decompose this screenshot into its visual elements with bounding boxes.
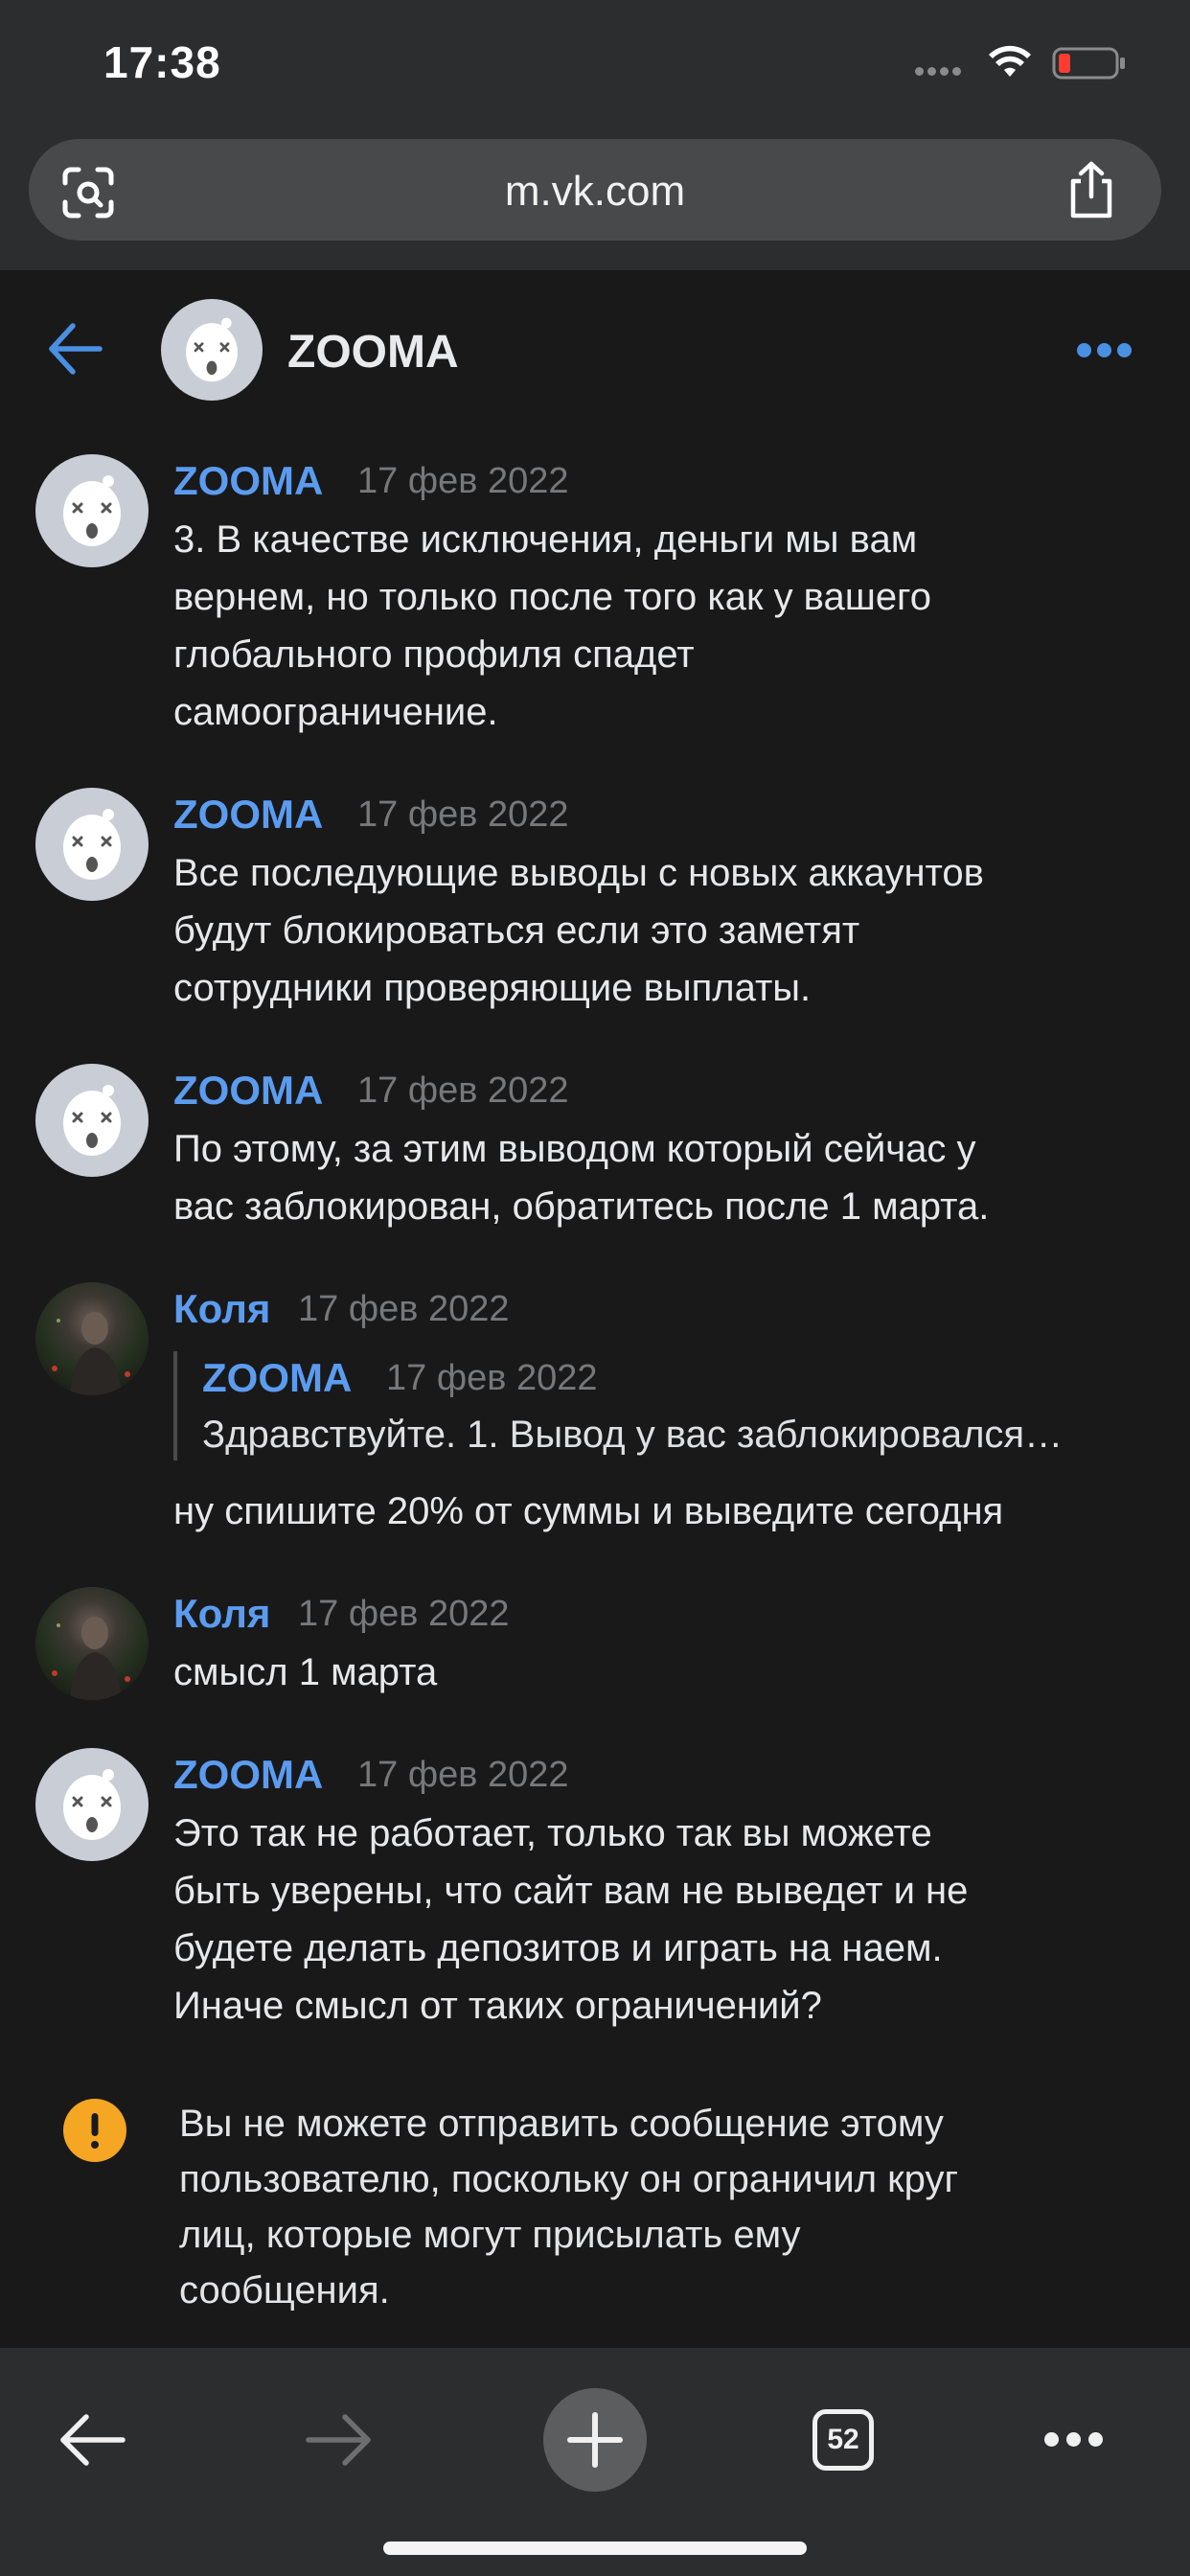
dog-face-icon xyxy=(63,1769,121,1840)
status-time: 17:38 xyxy=(103,37,221,87)
message-author[interactable]: Коля xyxy=(173,1286,270,1332)
message-avatar[interactable] xyxy=(35,1282,149,1395)
url-text[interactable]: m.vk.com xyxy=(29,168,1161,216)
browser-forward-icon[interactable] xyxy=(305,2413,374,2467)
messaging-restricted-notice: Вы не можете отправить сообщение этому п… xyxy=(179,2103,959,2312)
dog-face-icon xyxy=(63,1085,121,1156)
share-icon[interactable] xyxy=(1064,160,1119,219)
message-date: 17 фев 2022 xyxy=(357,461,569,501)
browser-more-icon[interactable] xyxy=(1044,2432,1117,2448)
message-avatar[interactable] xyxy=(35,1748,149,1861)
message-text: По этому, за этим выводом который сейчас… xyxy=(173,1128,990,1228)
message-avatar[interactable] xyxy=(35,1587,149,1700)
message-date: 17 фев 2022 xyxy=(357,794,569,835)
message-text: Все последующие выводы с новых аккаунтов… xyxy=(173,852,984,1009)
message-date: 17 фев 2022 xyxy=(357,1755,569,1795)
message-date: 17 фев 2022 xyxy=(357,1070,569,1111)
dog-face-icon xyxy=(63,809,121,880)
message-avatar[interactable] xyxy=(35,454,149,567)
dog-face-icon xyxy=(186,317,238,382)
wifi-icon xyxy=(989,45,1031,77)
message-author[interactable]: Коля xyxy=(173,1591,270,1637)
new-tab-button[interactable] xyxy=(543,2388,647,2492)
dog-face-icon xyxy=(63,475,121,546)
quote-text[interactable]: Здравствуйте. 1. Вывод у вас заблокирова… xyxy=(202,1414,1063,1457)
quote-author[interactable]: ZOOMA xyxy=(202,1355,352,1401)
message-text: смысл 1 марта xyxy=(173,1651,438,1693)
more-options-icon[interactable] xyxy=(1077,343,1140,358)
message-text: ну спишите 20% от суммы и выведите сегод… xyxy=(173,1490,1004,1532)
user-photo-icon xyxy=(52,1617,130,1700)
tabs-count-button[interactable]: 52 xyxy=(812,2409,874,2471)
home-indicator[interactable] xyxy=(383,2542,807,2555)
browser-toolbar: 52 xyxy=(0,2348,1190,2576)
message-author[interactable]: ZOOMA xyxy=(173,792,323,838)
reply-quote-bar xyxy=(173,1351,177,1460)
message-author[interactable]: ZOOMA xyxy=(173,1068,323,1114)
user-photo-icon xyxy=(52,1312,130,1395)
warning-icon xyxy=(63,2099,126,2162)
cellular-signal-icon xyxy=(915,63,971,76)
message-text: 3. В качестве исключения, деньги мы вам … xyxy=(173,518,932,733)
message-author[interactable]: ZOOMA xyxy=(173,458,323,504)
chat-avatar[interactable] xyxy=(161,299,263,401)
back-arrow-icon[interactable] xyxy=(46,322,103,376)
message-text: Это так не работает, только так вы может… xyxy=(173,1812,969,2027)
plus-icon xyxy=(567,2412,623,2468)
address-bar[interactable]: m.vk.com xyxy=(29,139,1161,241)
message-date: 17 фев 2022 xyxy=(298,1289,510,1329)
message-date: 17 фев 2022 xyxy=(298,1594,510,1634)
browser-top-bar: 17:38 m.vk.com xyxy=(0,0,1190,270)
quote-date: 17 фев 2022 xyxy=(386,1358,598,1398)
chat-title: ZOOMA xyxy=(287,327,459,378)
message-author[interactable]: ZOOMA xyxy=(173,1752,323,1798)
message-avatar[interactable] xyxy=(35,1064,149,1177)
battery-low-icon xyxy=(1052,47,1125,80)
browser-back-icon[interactable] xyxy=(57,2413,126,2467)
message-avatar[interactable] xyxy=(35,788,149,901)
